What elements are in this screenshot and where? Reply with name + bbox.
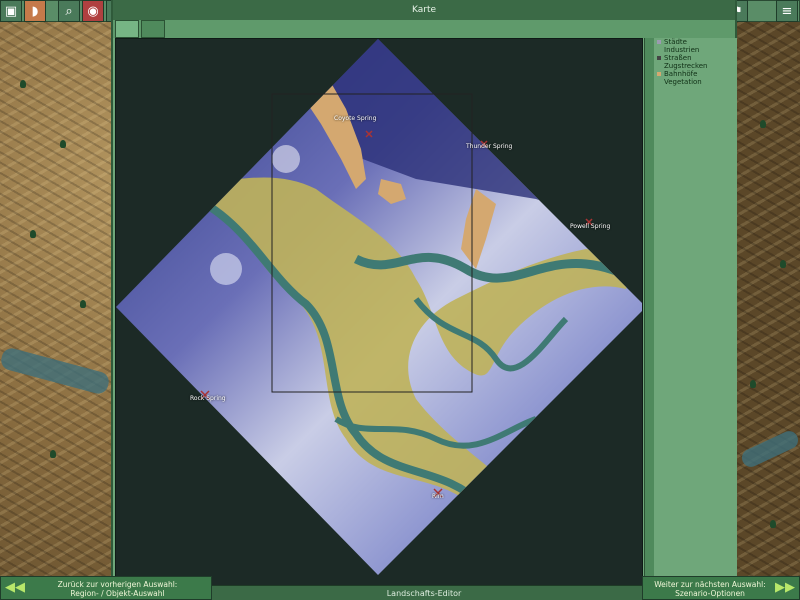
map-window: Karte Coyote Spring Thunder Spring Powel…: [111, 0, 737, 600]
next-arrow-icon[interactable]: ▶▶: [775, 580, 795, 595]
map-legend: Städte Industrien Straßen Zugstrecken Ba…: [654, 38, 737, 586]
next-nav-line1: Weiter zur nächsten Auswahl:: [654, 580, 766, 589]
minimap-view[interactable]: Coyote Spring Thunder Spring Powell Spri…: [115, 38, 643, 586]
disk-icon[interactable]: ▣: [0, 0, 22, 22]
next-nav-line2: Szenario-Optionen: [675, 589, 745, 598]
legend-label: Straßen: [664, 54, 692, 62]
rollercoaster-icon[interactable]: ◉: [82, 0, 104, 22]
legend-item: Industrien: [657, 46, 737, 54]
town-label: Powell Spring: [570, 223, 611, 230]
window-titlebar[interactable]: Karte: [113, 0, 735, 21]
legend-label: Städte: [664, 38, 687, 46]
legend-item: Straßen: [657, 54, 737, 62]
tree: [770, 520, 776, 528]
back-nav-line1: Zurück zur vorherigen Auswahl:: [57, 580, 178, 589]
next-nav-panel[interactable]: Weiter zur nächsten Auswahl: Szenario-Op…: [642, 576, 800, 600]
legend-label: Zugstrecken: [664, 62, 708, 70]
legend-swatch: [657, 80, 661, 84]
tree: [30, 230, 36, 238]
tree: [50, 450, 56, 458]
legend-label: Vegetation: [664, 78, 702, 86]
tree: [760, 120, 766, 128]
legend-swatch: [657, 72, 661, 76]
tab-overview[interactable]: [115, 20, 139, 38]
legend-item: Zugstrecken: [657, 62, 737, 70]
tree: [80, 300, 86, 308]
tree: [780, 260, 786, 268]
window-title: Karte: [411, 5, 437, 15]
tab-rides[interactable]: [141, 20, 165, 38]
legend-swatch: [657, 64, 661, 68]
legend-label: Bahnhöfe: [664, 70, 698, 78]
legend-swatch: [657, 48, 661, 52]
legend-swatch: [657, 56, 661, 60]
status-text: Landschafts-Editor: [386, 588, 462, 598]
back-nav-label: Zurück zur vorherigen Auswahl: Region- /…: [25, 580, 210, 598]
legend-item: Vegetation: [657, 78, 737, 86]
menu-icon[interactable]: ≡: [776, 0, 798, 22]
minimap-diamond: [116, 39, 642, 575]
next-nav-label: Weiter zur nächsten Auswahl: Szenario-Op…: [645, 580, 775, 598]
back-nav-panel[interactable]: ◀◀ Zurück zur vorherigen Auswahl: Region…: [0, 576, 212, 600]
legend-item: Bahnhöfe: [657, 70, 737, 78]
town-label: Rim: [432, 493, 444, 500]
tree: [750, 380, 756, 388]
tree: [20, 80, 26, 88]
town-label: Rock Spring: [190, 395, 226, 402]
back-arrow-icon[interactable]: ◀◀: [5, 580, 25, 595]
river: [739, 428, 800, 470]
back-nav-line2: Region- / Objekt-Auswahl: [70, 589, 165, 598]
map-tabbar: [113, 20, 735, 38]
tree: [60, 140, 66, 148]
town-label: Thunder Spring: [466, 143, 513, 150]
town-label: Coyote Spring: [334, 115, 377, 122]
ear-icon[interactable]: ◗: [24, 0, 46, 22]
river: [0, 346, 111, 396]
legend-swatch: [657, 40, 661, 44]
legend-label: Industrien: [664, 46, 700, 54]
legend-item: Städte: [657, 38, 737, 46]
magnify-icon[interactable]: ⌕: [58, 0, 80, 22]
